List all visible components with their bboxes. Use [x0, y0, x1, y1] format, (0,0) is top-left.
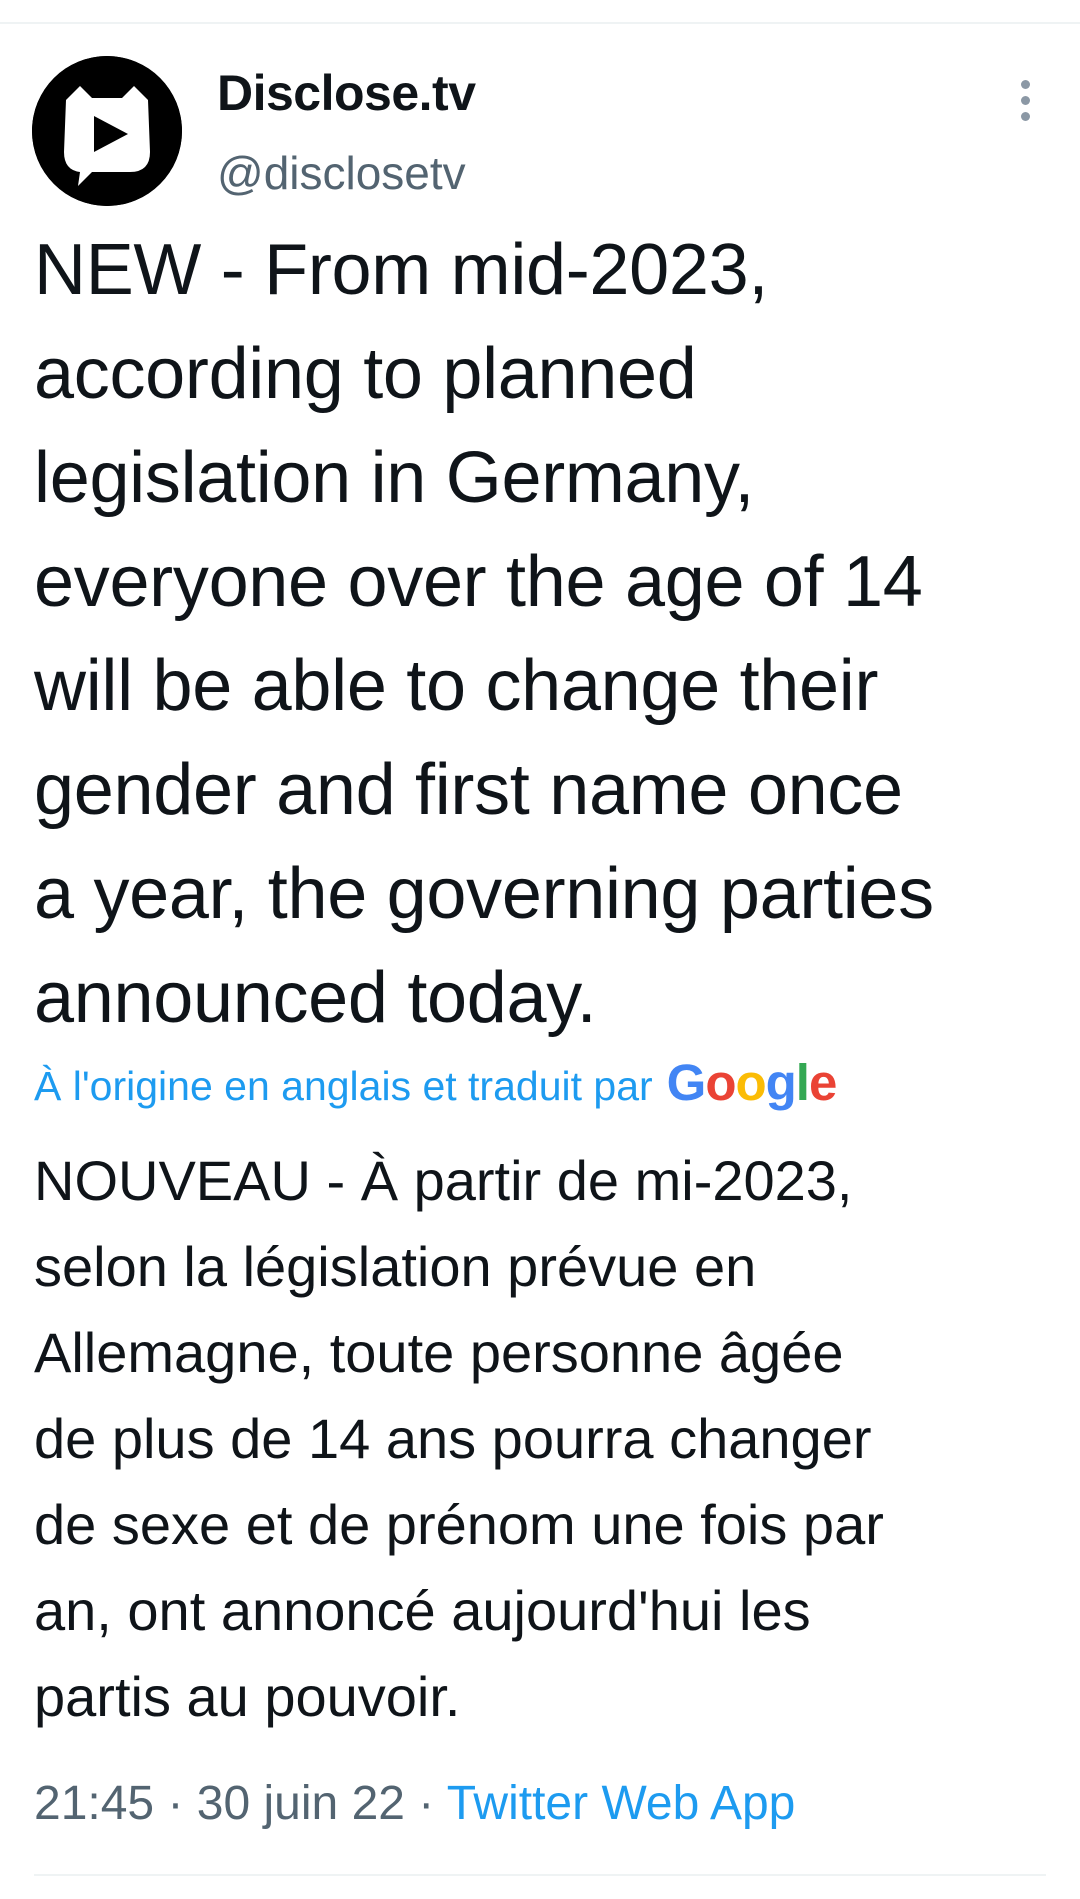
- translated-text-line: de sexe et de prénom une fois par: [34, 1493, 884, 1556]
- translated-text-line: selon la législation prévue en: [34, 1235, 757, 1298]
- tweet-text: NEW - From mid-2023, according to planne…: [34, 218, 1054, 1050]
- more-dot: [1020, 112, 1030, 121]
- more-dot: [1020, 96, 1030, 105]
- tweet-time[interactable]: 21:45: [34, 1777, 154, 1830]
- tweet-text-line: everyone over the age of 14: [34, 542, 923, 622]
- author-display-name[interactable]: Disclose.tv: [217, 64, 476, 122]
- google-letter: o: [705, 1053, 736, 1111]
- more-dot: [1020, 80, 1030, 89]
- translated-text-line: NOUVEAU - À partir de mi-2023,: [34, 1149, 853, 1212]
- tweet-source-link[interactable]: Twitter Web App: [447, 1777, 796, 1830]
- google-logo: Google: [666, 1053, 838, 1112]
- bottom-divider: [34, 1874, 1046, 1876]
- tweet-text-line: will be able to change their: [34, 646, 879, 726]
- translated-text-line: Allemagne, toute personne âgée: [34, 1321, 844, 1384]
- tweet-text-line: according to planned: [34, 334, 697, 414]
- meta-separator: ·: [404, 1777, 447, 1830]
- meta-separator: ·: [154, 1777, 197, 1830]
- google-letter: o: [735, 1053, 766, 1111]
- tweet-card: Disclose.tv @disclosetv NEW - From mid-2…: [0, 0, 1080, 1899]
- translation-attribution[interactable]: À l'origine en anglais et traduit par Go…: [34, 1052, 838, 1120]
- tweet-text-line: legislation in Germany,: [34, 438, 755, 518]
- avatar[interactable]: [32, 56, 182, 206]
- google-letter: g: [765, 1053, 797, 1111]
- tweet-text-line: gender and first name once: [34, 750, 903, 830]
- tweet-text-line: announced today.: [34, 958, 597, 1038]
- google-letter: e: [808, 1053, 837, 1111]
- google-letter: G: [666, 1053, 707, 1111]
- more-vertical-icon[interactable]: [1012, 80, 1038, 124]
- author-handle[interactable]: @disclosetv: [217, 146, 466, 200]
- translation-label[interactable]: À l'origine en anglais et traduit par: [34, 1063, 653, 1110]
- translated-text-line: de plus de 14 ans pourra changer: [34, 1407, 872, 1470]
- translated-text-line: partis au pouvoir.: [34, 1665, 461, 1728]
- tweet-meta: 21:45 · 30 juin 22 · Twitter Web App: [34, 1776, 795, 1831]
- tweet-text-line: a year, the governing parties: [34, 854, 934, 934]
- google-letter: l: [795, 1053, 810, 1111]
- tweet-text-line: NEW - From mid-2023,: [34, 230, 769, 310]
- disclose-tv-logo-icon: [32, 56, 182, 206]
- translated-text: NOUVEAU - À partir de mi-2023, selon la …: [34, 1138, 1054, 1740]
- tweet-date[interactable]: 30 juin 22: [197, 1777, 405, 1830]
- translated-text-line: an, ont annoncé aujourd'hui les: [34, 1579, 811, 1642]
